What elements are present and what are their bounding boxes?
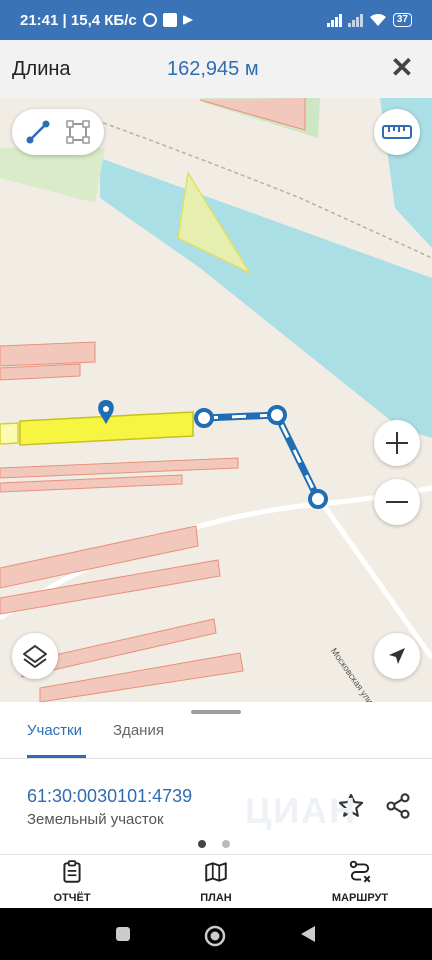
measure-title: Длина xyxy=(12,57,71,80)
battery-icon: 37 xyxy=(392,13,412,27)
page-indicator xyxy=(198,840,230,848)
parcel-top xyxy=(199,98,306,131)
zoom-out-button[interactable] xyxy=(374,479,420,525)
road-moskovskaya xyxy=(317,498,432,660)
plus-icon xyxy=(386,432,408,454)
page-dot-active[interactable] xyxy=(198,840,206,848)
recent-apps-icon[interactable] xyxy=(114,925,132,943)
watermark: ЦИАН xyxy=(245,790,358,831)
wifi-icon xyxy=(369,13,386,26)
close-icon[interactable]: ✕ xyxy=(386,52,418,84)
report-icon xyxy=(63,860,81,883)
back-icon[interactable] xyxy=(299,925,317,943)
measure-point[interactable] xyxy=(194,408,214,428)
navigation-arrow-icon xyxy=(389,648,405,664)
home-icon[interactable] xyxy=(204,925,226,947)
tab-parcels[interactable]: Участки xyxy=(27,722,82,739)
minus-icon xyxy=(386,501,408,503)
parcel-partial xyxy=(0,422,19,445)
line-measure-icon[interactable] xyxy=(24,118,52,146)
measure-line xyxy=(203,411,322,501)
share-button[interactable] xyxy=(380,788,416,824)
sheet-drag-handle[interactable] xyxy=(191,710,241,714)
bottom-nav: ОТЧЁТ ПЛАН МАРШРУТ xyxy=(0,854,432,909)
route-icon xyxy=(349,860,371,883)
measure-header: Длина 162,945 м ✕ xyxy=(0,40,432,98)
sheet-tabs: Участки Здания xyxy=(0,718,432,759)
parcel-sheet[interactable]: Участки Здания 61:30:0030101:4739 Земель… xyxy=(0,702,432,854)
river xyxy=(100,158,432,438)
signal-icon xyxy=(326,13,342,27)
green-area-2 xyxy=(0,148,105,203)
measure-point[interactable] xyxy=(308,489,328,509)
parcel-type: Земельный участок xyxy=(27,811,164,828)
system-nav-bar xyxy=(0,908,432,960)
nav-plan[interactable]: ПЛАН xyxy=(171,859,261,904)
parcel-cadastral-number[interactable]: 61:30:0030101:4739 xyxy=(27,786,192,807)
notification-icon xyxy=(162,13,177,27)
tab-active-indicator xyxy=(27,755,86,758)
nav-route[interactable]: МАРШРУТ xyxy=(315,859,405,904)
map-view[interactable]: Московская улица xyxy=(0,98,432,702)
measure-length: 162,945 м xyxy=(167,57,259,80)
ruler-icon xyxy=(382,125,412,139)
map-icon xyxy=(205,862,227,882)
location-pin-dot xyxy=(103,406,109,412)
locate-button[interactable] xyxy=(374,633,420,679)
nav-plan-label: ПЛАН xyxy=(200,892,232,904)
layers-icon xyxy=(23,645,47,668)
tab-buildings[interactable]: Здания xyxy=(113,722,164,739)
nav-report[interactable]: ОТЧЁТ xyxy=(27,859,117,904)
share-icon xyxy=(386,793,410,819)
nav-report-label: ОТЧЁТ xyxy=(53,892,91,904)
telegram-icon xyxy=(182,15,193,25)
alarm-icon xyxy=(142,13,157,27)
signal-icon-2 xyxy=(347,13,363,27)
nav-route-label: МАРШРУТ xyxy=(331,892,389,904)
status-bar: 21:41 | 15,4 КБ/с 37 xyxy=(0,0,432,40)
ruler-button[interactable] xyxy=(374,109,420,155)
map-canvas xyxy=(0,98,432,702)
page-dot[interactable] xyxy=(222,840,230,848)
measure-point[interactable] xyxy=(267,405,287,425)
status-time: 21:41 | 15,4 КБ/с xyxy=(20,11,137,29)
layers-button[interactable] xyxy=(12,633,58,679)
measure-mode-toggle[interactable] xyxy=(12,109,104,155)
zoom-in-button[interactable] xyxy=(374,420,420,466)
polygon-measure-icon[interactable] xyxy=(64,118,92,146)
